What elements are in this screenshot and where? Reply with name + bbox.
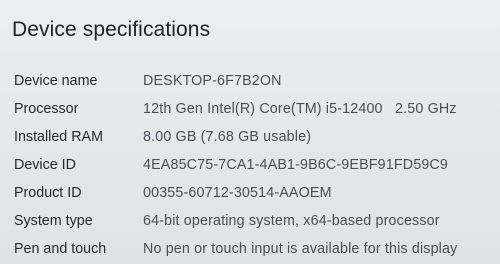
spec-label: Product ID (14, 185, 82, 201)
spec-row-product-id: Product ID 00355-60712-30514-AAOEM (14, 179, 500, 207)
spec-row-device-name: Device name DESKTOP-6F7B2ON (14, 67, 500, 95)
spec-row-processor: Processor 12th Gen Intel(R) Core(TM) i5-… (14, 95, 500, 123)
spec-label: Pen and touch (14, 241, 107, 257)
spec-value[interactable]: DESKTOP-6F7B2ON (143, 73, 282, 89)
spec-value[interactable]: 00355-60712-30514-AAOEM (143, 185, 332, 201)
spec-label: Processor (14, 101, 79, 117)
spec-label: Device name (14, 73, 98, 89)
spec-row-device-id: Device ID 4EA85C75-7CA1-4AB1-9B6C-9EBF91… (14, 151, 500, 179)
spec-label: System type (14, 213, 93, 229)
spec-value[interactable]: 64-bit operating system, x64-based proce… (143, 213, 440, 229)
spec-value[interactable]: 12th Gen Intel(R) Core(TM) i5-12400 2.50… (143, 101, 457, 117)
spec-value[interactable]: 4EA85C75-7CA1-4AB1-9B6C-9EBF91FD59C9 (143, 157, 448, 173)
device-specifications-panel: Device specifications Device name DESKTO… (0, 0, 500, 264)
spec-value[interactable]: No pen or touch input is available for t… (143, 241, 457, 257)
spec-value[interactable]: 8.00 GB (7.68 GB usable) (143, 129, 311, 145)
spec-row-pen-and-touch: Pen and touch No pen or touch input is a… (14, 235, 500, 263)
specs-list: Device name DESKTOP-6F7B2ON Processor 12… (14, 67, 500, 263)
spec-label: Installed RAM (14, 129, 103, 145)
spec-label: Device ID (14, 157, 76, 173)
spec-row-installed-ram: Installed RAM 8.00 GB (7.68 GB usable) (14, 123, 500, 151)
spec-row-system-type: System type 64-bit operating system, x64… (14, 207, 500, 235)
section-title: Device specifications (12, 18, 211, 41)
